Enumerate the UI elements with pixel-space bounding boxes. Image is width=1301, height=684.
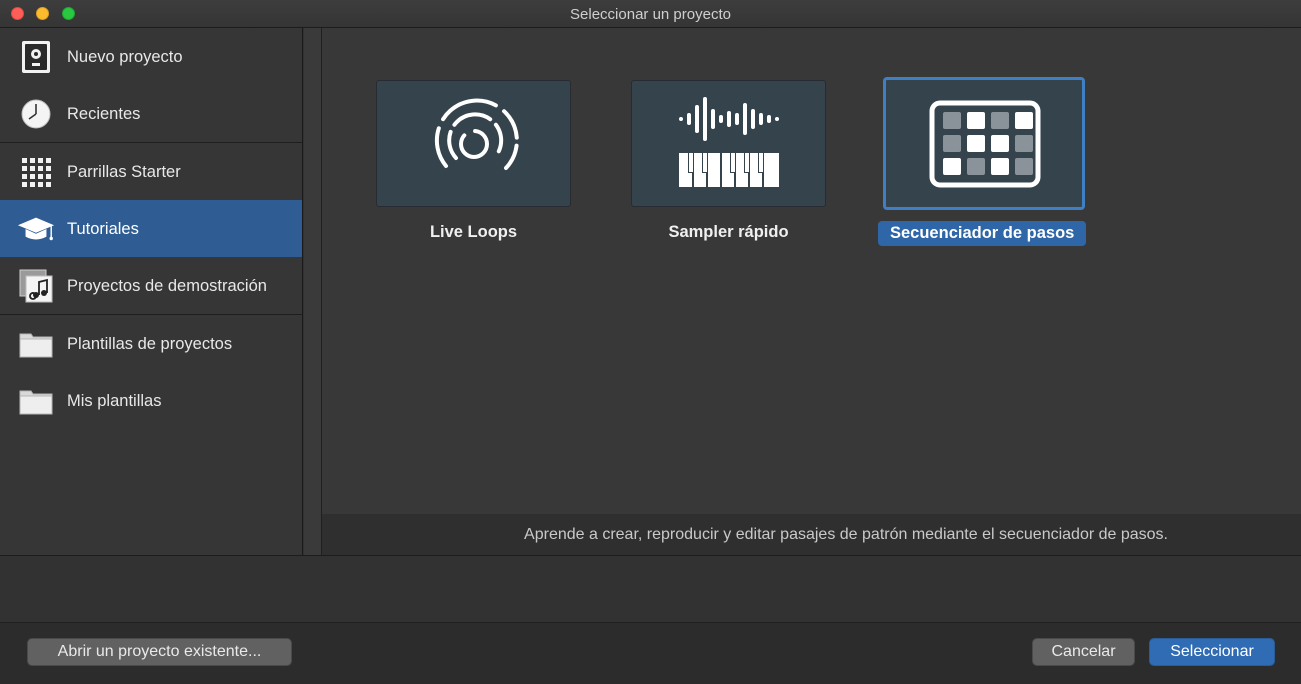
sidebar-item-label: Tutoriales [67, 220, 139, 238]
sampler-icon [677, 95, 781, 196]
project-chooser-window: Seleccionar un proyecto Nuevo proyecto R… [0, 0, 1301, 684]
grid-icon [17, 155, 55, 189]
details-area [0, 555, 1301, 622]
sidebar-item-demo-projects[interactable]: Proyectos de demostración [0, 257, 302, 314]
graduation-cap-icon [17, 212, 55, 246]
folder-icon [17, 384, 55, 418]
tile-live-loops[interactable] [376, 80, 571, 207]
tile-step-sequencer[interactable] [883, 77, 1085, 210]
sidebar-item-new-project[interactable]: Nuevo proyecto [0, 28, 302, 85]
description-bar: Aprende a crear, reproducir y editar pas… [322, 514, 1301, 555]
dialog-footer: Abrir un proyecto existente... Cancelar … [0, 622, 1301, 684]
tile-quick-sampler[interactable] [631, 80, 826, 207]
open-existing-project-button[interactable]: Abrir un proyecto existente... [27, 638, 292, 666]
clock-icon [17, 97, 55, 131]
tile-label: Live Loops [429, 223, 518, 241]
tile-label-selected: Secuenciador de pasos [878, 221, 1087, 246]
step-sequencer-icon [929, 100, 1041, 193]
tile-label: Sampler rápido [668, 223, 789, 241]
sidebar-item-recents[interactable]: Recientes [0, 85, 302, 142]
sidebar: Nuevo proyecto Recientes Parrillas Start… [0, 28, 303, 555]
folder-icon [17, 327, 55, 361]
template-grid: Live Loops Sampler rápido Secuenciador d… [322, 28, 1301, 514]
split-view-divider[interactable] [304, 28, 322, 555]
sidebar-item-label: Nuevo proyecto [67, 48, 183, 66]
live-loops-icon [426, 96, 522, 197]
select-button[interactable]: Seleccionar [1149, 638, 1275, 666]
new-project-icon [17, 40, 55, 74]
sidebar-item-my-templates[interactable]: Mis plantillas [0, 372, 302, 429]
music-note-icon [17, 269, 55, 303]
sidebar-item-label: Recientes [67, 105, 141, 123]
template-description: Aprende a crear, reproducir y editar pas… [524, 526, 1168, 543]
sidebar-item-label: Mis plantillas [67, 392, 162, 410]
window-title: Seleccionar un proyecto [570, 6, 731, 23]
sidebar-item-label: Proyectos de demostración [67, 277, 267, 295]
cancel-button[interactable]: Cancelar [1032, 638, 1135, 666]
sidebar-item-tutorials[interactable]: Tutoriales [0, 200, 302, 257]
sidebar-item-label: Parrillas Starter [67, 163, 181, 181]
title-bar: Seleccionar un proyecto [0, 0, 1301, 28]
sidebar-item-label: Plantillas de proyectos [67, 335, 233, 353]
sidebar-item-starter-grids[interactable]: Parrillas Starter [0, 143, 302, 200]
sidebar-item-project-templates[interactable]: Plantillas de proyectos [0, 315, 302, 372]
